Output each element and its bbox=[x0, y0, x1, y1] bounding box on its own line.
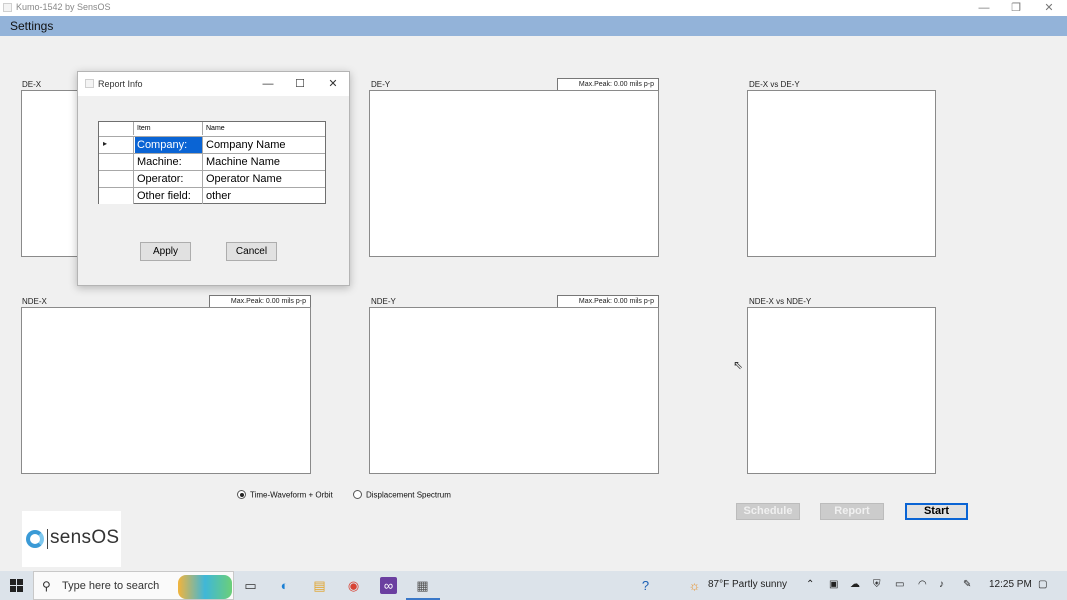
pen-icon[interactable]: ✎ bbox=[963, 579, 971, 590]
report-info-dialog: Report Info — ☐ ✕ Item Name ▸ Company: C… bbox=[77, 71, 350, 286]
window-title: Kumo-1542 by SensOS bbox=[16, 2, 111, 12]
clock-text[interactable]: 12:25 PM bbox=[989, 579, 1032, 590]
logo-text: sensOS bbox=[50, 527, 120, 548]
start-button[interactable]: Start bbox=[905, 503, 968, 520]
meet-now-icon[interactable]: ▣ bbox=[829, 579, 838, 590]
app-icon bbox=[3, 3, 12, 12]
window-titlebar: Kumo-1542 by SensOS — ❐ ✕ bbox=[0, 0, 1067, 16]
grid-cell-item[interactable]: Other field: bbox=[135, 188, 203, 204]
grid-cell-item[interactable]: Machine: bbox=[135, 154, 203, 170]
visual-studio-icon[interactable]: ∞ bbox=[380, 577, 397, 594]
cancel-button[interactable]: Cancel bbox=[226, 242, 277, 261]
taskbar: ⚲ Type here to search ▭ ◐ ▤ ◉ ∞ ▦ ? ☼ 87… bbox=[0, 571, 1067, 600]
current-row-icon: ▸ bbox=[103, 139, 108, 148]
time-waveform-radio[interactable]: Time-Waveform + Orbit bbox=[237, 490, 333, 500]
grid-cell-name[interactable]: Company Name bbox=[204, 137, 325, 153]
de-xy-orbit-plot bbox=[747, 90, 936, 257]
radio-selected-icon[interactable] bbox=[237, 490, 246, 500]
displacement-spectrum-radio[interactable]: Displacement Spectrum bbox=[353, 490, 451, 500]
network-icon[interactable]: ◠ bbox=[918, 579, 927, 590]
grid-row[interactable]: Other field: other bbox=[99, 187, 325, 204]
dialog-maximize-button[interactable]: ☐ bbox=[289, 76, 311, 92]
row-header[interactable] bbox=[99, 188, 134, 204]
grid-cell-name[interactable]: Operator Name bbox=[204, 171, 325, 187]
schedule-button[interactable]: Schedule bbox=[736, 503, 800, 520]
nde-xy-orbit-plot bbox=[747, 307, 936, 474]
nde-y-peak: Max.Peak: 0.00 mils p-p bbox=[557, 295, 659, 307]
radio-unselected-icon[interactable] bbox=[353, 490, 362, 500]
settings-menu[interactable]: Settings bbox=[10, 19, 53, 33]
sensos-logo-icon bbox=[26, 530, 44, 548]
grid-cell-item[interactable]: Company: bbox=[135, 137, 203, 153]
displacement-spectrum-label[interactable]: Displacement Spectrum bbox=[366, 490, 451, 499]
row-header[interactable] bbox=[99, 171, 134, 187]
volume-icon[interactable]: ♪ bbox=[939, 579, 944, 590]
help-icon[interactable]: ? bbox=[637, 577, 654, 594]
grid-cell-name[interactable]: Machine Name bbox=[204, 154, 325, 170]
notifications-icon[interactable]: ▢ bbox=[1038, 579, 1047, 590]
report-button[interactable]: Report bbox=[820, 503, 884, 520]
nde-y-plot bbox=[369, 307, 659, 474]
column-header-item[interactable]: Item bbox=[135, 122, 203, 135]
row-header-corner bbox=[99, 122, 134, 135]
windows-start-icon[interactable] bbox=[10, 579, 23, 592]
search-highlight-icon bbox=[178, 575, 232, 599]
security-icon[interactable]: ⛨ bbox=[873, 579, 881, 590]
de-x-label: DE-X bbox=[22, 80, 42, 89]
dialog-minimize-button[interactable]: — bbox=[257, 76, 279, 92]
sensos-logo: sensOS bbox=[22, 511, 121, 567]
menu-bar: Settings bbox=[0, 16, 1067, 36]
search-placeholder[interactable]: Type here to search bbox=[62, 580, 159, 592]
dialog-app-icon bbox=[85, 79, 94, 88]
battery-icon[interactable]: ▭ bbox=[895, 579, 904, 590]
nde-y-label: NDE-Y bbox=[371, 297, 396, 306]
dialog-titlebar: Report Info — ☐ ✕ bbox=[78, 72, 349, 96]
column-header-name[interactable]: Name bbox=[204, 122, 325, 135]
weather-text[interactable]: 87°F Partly sunny bbox=[708, 579, 787, 590]
dialog-close-button[interactable]: ✕ bbox=[322, 76, 344, 92]
onedrive-icon[interactable]: ☁ bbox=[850, 579, 860, 590]
file-explorer-icon[interactable]: ▤ bbox=[311, 577, 328, 594]
dialog-title: Report Info bbox=[98, 79, 143, 89]
logo-separator bbox=[47, 529, 48, 549]
nde-x-label: NDE-X bbox=[22, 297, 47, 306]
weather-icon[interactable]: ☼ bbox=[686, 577, 703, 594]
row-header[interactable] bbox=[99, 154, 134, 170]
kumo-app-taskbar-icon[interactable]: ▦ bbox=[414, 577, 431, 594]
tray-chevron-icon[interactable]: ⌃ bbox=[806, 579, 814, 590]
minimize-button[interactable]: — bbox=[969, 0, 999, 16]
close-button[interactable]: ✕ bbox=[1034, 0, 1064, 16]
grid-cell-item[interactable]: Operator: bbox=[135, 171, 203, 187]
grid-cell-name[interactable]: other bbox=[204, 188, 325, 204]
nde-x-peak: Max.Peak: 0.00 mils p-p bbox=[209, 295, 311, 307]
row-header[interactable]: ▸ bbox=[99, 137, 134, 153]
report-info-grid: Item Name ▸ Company: Company Name Machin… bbox=[98, 121, 326, 204]
grid-row[interactable]: Operator: Operator Name bbox=[99, 170, 325, 187]
chrome-browser-icon[interactable]: ◉ bbox=[345, 577, 362, 594]
time-waveform-label[interactable]: Time-Waveform + Orbit bbox=[250, 490, 333, 499]
apply-button[interactable]: Apply bbox=[140, 242, 191, 261]
grid-row[interactable]: ▸ Company: Company Name bbox=[99, 136, 325, 153]
nde-xy-label: NDE-X vs NDE-Y bbox=[749, 297, 812, 306]
edge-browser-icon[interactable]: ◐ bbox=[276, 577, 293, 594]
restore-button[interactable]: ❐ bbox=[1001, 0, 1031, 16]
de-xy-label: DE-X vs DE-Y bbox=[749, 80, 800, 89]
grid-header: Item Name bbox=[99, 122, 325, 135]
de-y-label: DE-Y bbox=[371, 80, 391, 89]
search-icon: ⚲ bbox=[42, 579, 51, 593]
grid-row[interactable]: Machine: Machine Name bbox=[99, 153, 325, 170]
mouse-cursor-icon: ⇖ bbox=[733, 358, 744, 372]
nde-x-plot bbox=[21, 307, 311, 474]
de-y-plot bbox=[369, 90, 659, 257]
de-x-plot bbox=[21, 90, 81, 257]
de-y-peak: Max.Peak: 0.00 mils p-p bbox=[557, 78, 659, 90]
task-view-icon[interactable]: ▭ bbox=[242, 577, 259, 594]
taskbar-search-box[interactable]: ⚲ Type here to search bbox=[33, 571, 234, 600]
